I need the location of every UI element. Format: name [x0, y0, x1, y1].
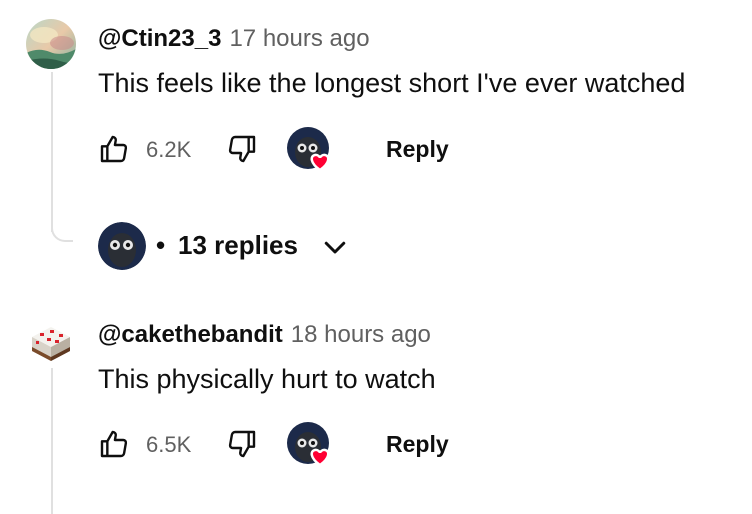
thumbs-up-icon [100, 430, 128, 458]
comment-text: This feels like the longest short I've e… [98, 68, 686, 98]
comment-timestamp[interactable]: 17 hours ago [229, 25, 369, 52]
creator-heart-badge[interactable] [286, 421, 336, 469]
chevron-down-icon [324, 241, 346, 254]
creator-heart-badge[interactable] [286, 126, 336, 174]
like-button[interactable] [98, 133, 130, 165]
replies-count[interactable]: 13 replies [178, 230, 298, 261]
comment-author-handle[interactable]: @Ctin23_3 [98, 25, 221, 52]
thumbs-down-icon [228, 135, 256, 163]
thread-line-1 [51, 72, 53, 232]
reply-button[interactable]: Reply [386, 431, 449, 458]
thread-line-2 [51, 368, 53, 514]
creator-heart-icon [287, 422, 330, 467]
comment-timestamp[interactable]: 18 hours ago [291, 321, 431, 348]
comment-author-handle[interactable]: @cakethebandit [98, 321, 283, 348]
commenter-avatar[interactable] [26, 315, 76, 365]
like-button[interactable] [98, 428, 130, 460]
creator-avatar-icon [98, 222, 146, 270]
creator-heart-icon [287, 127, 330, 172]
comment-header: @cakethebandit 18 hours ago [98, 321, 431, 349]
replies-toggle[interactable]: • 13 replies [98, 222, 358, 270]
replies-separator: • [156, 230, 166, 260]
like-count: 6.5K [146, 432, 192, 457]
thread-line-1-curve [51, 222, 73, 242]
reply-button[interactable]: Reply [386, 136, 449, 163]
like-count: 6.2K [146, 137, 192, 162]
comment-text: This physically hurt to watch [98, 364, 436, 394]
thumbs-up-icon [100, 135, 128, 163]
landscape-painting-icon [26, 19, 76, 69]
creator-avatar [98, 222, 146, 270]
thumbs-down-icon [228, 430, 256, 458]
comment-header: @Ctin23_3 17 hours ago [98, 25, 370, 53]
dislike-button[interactable] [226, 133, 258, 165]
commenter-avatar[interactable] [26, 19, 76, 69]
minecraft-cake-icon [26, 315, 76, 365]
dislike-button[interactable] [226, 428, 258, 460]
